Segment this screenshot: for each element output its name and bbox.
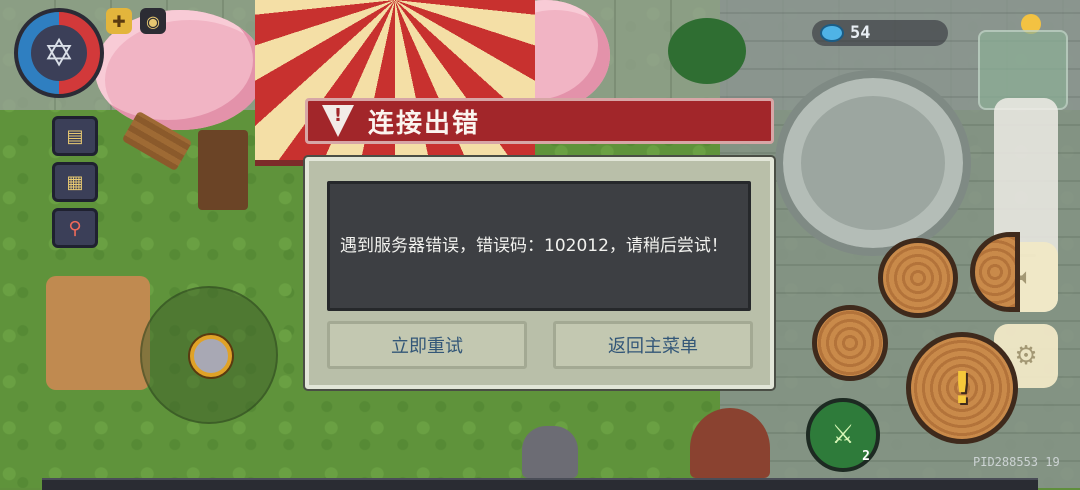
joystick-knob[interactable] — [190, 335, 232, 377]
map-icon[interactable]: ▦ — [52, 162, 98, 202]
gem-icon — [820, 24, 844, 42]
action-button-top[interactable] — [878, 238, 958, 318]
speaker-icon: 🔈︎ — [1019, 264, 1033, 290]
flower-bush — [668, 18, 746, 84]
scarecrow-npc[interactable] — [46, 276, 150, 390]
pid-label: PID288553 19 — [973, 455, 1060, 469]
action-button-mid[interactable] — [812, 305, 888, 381]
magnifier-icon[interactable]: ⚲ — [52, 208, 98, 248]
stone-fountain — [775, 70, 971, 256]
error-message: 遇到服务器错误，错误码：102012，请稍后尝试！ — [340, 236, 728, 256]
dialog-title: 连接出错 — [368, 108, 481, 139]
mask-badge-icon[interactable]: ◉ — [140, 8, 166, 34]
warning-icon: ! — [322, 105, 354, 137]
gem-counter[interactable]: 54 — [812, 20, 948, 46]
main-menu-button[interactable]: 返回主菜单 — [553, 321, 753, 369]
error-dialog: 遇到服务器错误，错误码：102012，请稍后尝试！ 立即重试 返回主菜单 — [305, 157, 774, 389]
dialog-header: ! 连接出错 — [305, 98, 774, 144]
star-of-david-icon: ✡ — [31, 25, 87, 81]
skill-charge-count: 2 — [862, 449, 870, 464]
book-icon[interactable]: ▤ — [52, 116, 98, 156]
gem-count: 54 — [850, 23, 871, 43]
shield-badge-icon[interactable]: ✚ — [106, 8, 132, 34]
bottom-bar — [42, 478, 1038, 490]
knight-character[interactable] — [522, 426, 578, 478]
witch-character[interactable] — [690, 408, 770, 478]
message-box: 遇到服务器错误，错误码：102012，请稍后尝试！ — [327, 181, 751, 311]
gear-icon: ⚙ — [1014, 341, 1038, 371]
skill-button[interactable]: ⚔ 2 — [806, 398, 880, 472]
mailbox-post — [198, 130, 248, 210]
player-avatar[interactable]: ✡ — [14, 8, 104, 98]
retry-button[interactable]: 立即重试 — [327, 321, 527, 369]
alert-icon: ! — [951, 362, 973, 414]
attack-button[interactable]: ! — [906, 332, 1018, 444]
skill-icon: ⚔ — [831, 420, 855, 450]
virtual-joystick[interactable] — [140, 286, 278, 424]
